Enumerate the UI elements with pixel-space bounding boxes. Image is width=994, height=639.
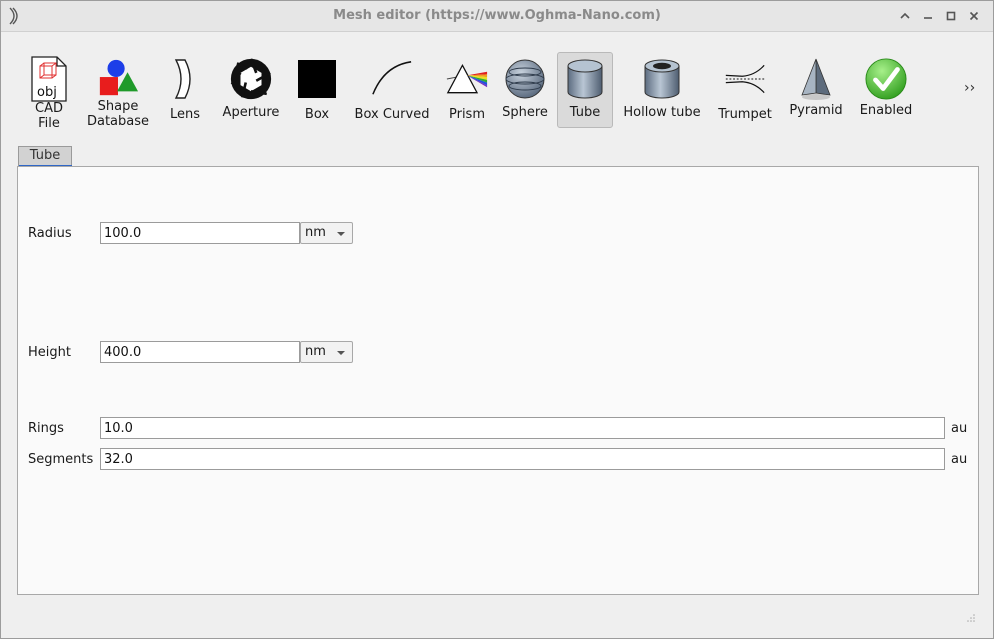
radius-unit-value: nm <box>305 225 326 240</box>
toolbar-prism-button[interactable]: Prism <box>443 52 491 130</box>
toolbar-item-label: Box <box>304 107 330 122</box>
title-bar: Mesh editor (https://www.Oghma-Nano.com) <box>1 1 993 32</box>
shape-database-icon <box>97 57 139 99</box>
toolbar-item-label: Tube <box>569 105 601 120</box>
toolbar-shape-database-button[interactable]: Shape Database <box>86 52 150 130</box>
pyramid-icon <box>795 57 837 101</box>
toolbar-item-label: Shape Database <box>86 99 150 129</box>
toolbar-overflow-button[interactable]: ›› <box>964 80 975 96</box>
toolbar-item-label: CAD File <box>35 101 63 131</box>
toolbar-box-button[interactable]: Box <box>295 52 339 130</box>
height-label: Height <box>28 345 71 360</box>
toolbar-item-label: Aperture <box>222 105 280 120</box>
radius-input[interactable] <box>100 222 300 244</box>
toolbar-lens-button[interactable]: Lens <box>164 52 206 130</box>
rings-label: Rings <box>28 421 64 436</box>
height-unit-value: nm <box>305 344 326 359</box>
segments-label: Segments <box>28 452 94 467</box>
trumpet-icon <box>724 57 766 101</box>
toolbar-tube-button[interactable]: Tube <box>557 52 613 128</box>
toolbar-item-label: Sphere <box>502 105 548 120</box>
height-unit-select[interactable]: nm <box>300 341 353 363</box>
maximize-icon[interactable] <box>939 7 962 25</box>
rings-input[interactable] <box>100 417 945 439</box>
tube-properties-panel: Radius nm Height nm Rings au Segments au <box>17 166 979 595</box>
cad-file-icon: obj <box>28 56 70 102</box>
toolbar-sphere-button[interactable]: Sphere <box>500 52 550 130</box>
resize-grip-icon[interactable] <box>966 613 976 623</box>
toolbar-cad-file-button[interactable]: obj CAD File <box>25 52 73 131</box>
rings-unit: au <box>951 421 968 436</box>
toolbar-aperture-button[interactable]: Aperture <box>219 52 283 130</box>
hollow-tube-icon <box>641 57 683 101</box>
toolbar-item-label: Trumpet <box>718 107 772 122</box>
box-curved-icon <box>371 57 413 101</box>
toolbar: obj CAD File Shape Database Lens Apertur… <box>1 32 993 138</box>
height-input[interactable] <box>100 341 300 363</box>
tab-tube[interactable]: Tube <box>18 146 72 166</box>
sphere-icon <box>504 57 546 101</box>
close-icon[interactable] <box>962 7 985 25</box>
toolbar-hollow-tube-button[interactable]: Hollow tube <box>619 52 705 130</box>
toolbar-item-label: Lens <box>169 107 201 122</box>
toolbar-box-curved-button[interactable]: Box Curved <box>351 52 433 130</box>
enabled-check-icon <box>865 57 907 101</box>
aperture-icon <box>230 57 272 101</box>
segments-unit: au <box>951 452 968 467</box>
box-icon <box>296 57 338 101</box>
window-title: Mesh editor (https://www.Oghma-Nano.com) <box>333 8 661 23</box>
radius-unit-select[interactable]: nm <box>300 222 353 244</box>
toolbar-item-label: Box Curved <box>354 107 430 122</box>
lens-icon <box>164 57 206 101</box>
chevron-down-icon <box>337 351 345 355</box>
toolbar-item-label: Prism <box>448 107 485 122</box>
toolbar-trumpet-button[interactable]: Trumpet <box>714 52 776 130</box>
toolbar-item-label: Enabled <box>859 103 913 118</box>
toolbar-item-label: Hollow tube <box>623 105 701 120</box>
minimize-icon[interactable] <box>916 7 939 25</box>
toolbar-item-label: Pyramid <box>789 103 843 118</box>
tube-icon <box>564 57 606 101</box>
mesh-editor-window: Mesh editor (https://www.Oghma-Nano.com) <box>0 0 994 639</box>
chevron-down-icon <box>337 232 345 236</box>
cad-obj-text: obj <box>37 85 57 100</box>
toolbar-pyramid-button[interactable]: Pyramid <box>788 52 844 130</box>
radius-label: Radius <box>28 226 72 241</box>
prism-icon <box>446 57 488 101</box>
segments-input[interactable] <box>100 448 945 470</box>
toolbar-enabled-button[interactable]: Enabled <box>856 52 916 130</box>
collapse-icon[interactable] <box>893 7 916 25</box>
